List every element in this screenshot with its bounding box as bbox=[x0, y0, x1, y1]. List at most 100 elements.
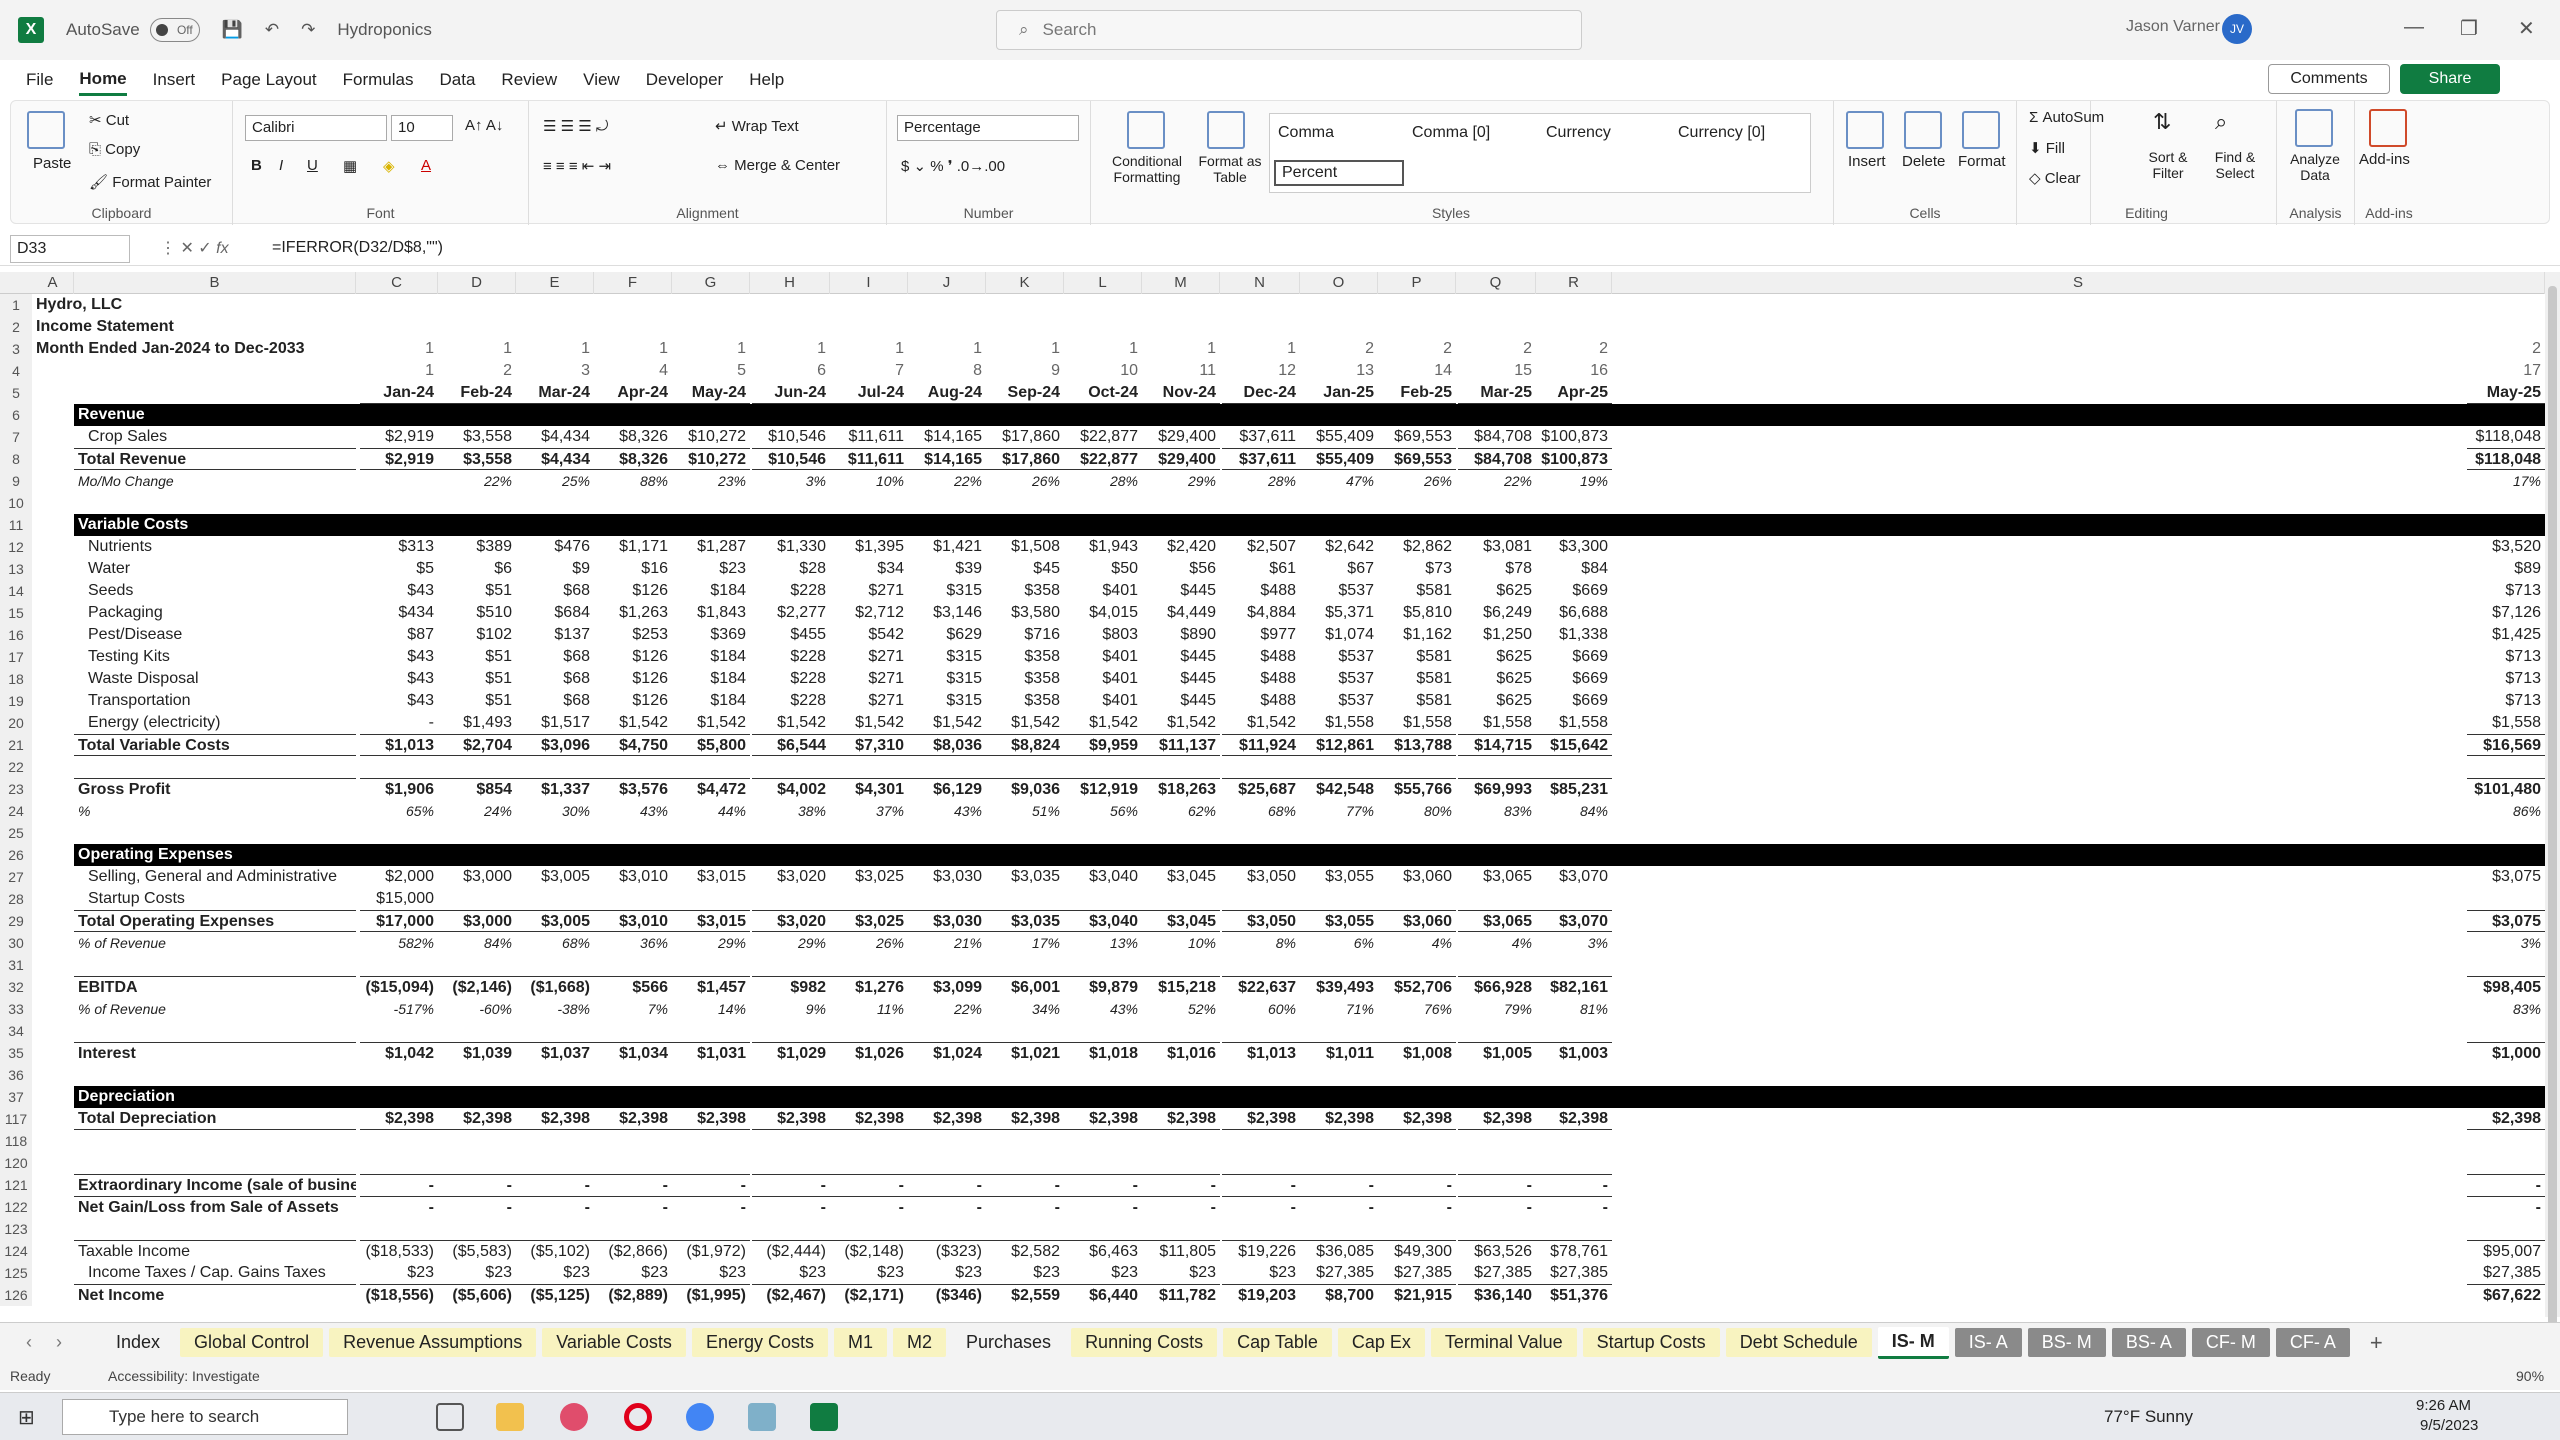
value-cell[interactable]: $37,611 bbox=[1222, 448, 1300, 470]
row-number[interactable]: 27 bbox=[0, 866, 32, 888]
value-cell[interactable]: $29,400 bbox=[1142, 426, 1220, 448]
value-cell[interactable]: $1,029 bbox=[752, 1042, 830, 1064]
opera-icon[interactable] bbox=[624, 1403, 652, 1431]
value-cell[interactable]: $3,070 bbox=[1534, 910, 1612, 932]
value-cell[interactable]: $98,405 bbox=[2467, 976, 2545, 998]
value-cell[interactable]: 22% bbox=[908, 998, 986, 1020]
value-cell[interactable]: $2,420 bbox=[1142, 536, 1220, 558]
value-cell[interactable]: $22,877 bbox=[1064, 426, 1142, 448]
value-cell[interactable]: $39 bbox=[908, 558, 986, 580]
value-cell[interactable]: $23 bbox=[1142, 1262, 1220, 1284]
value-cell[interactable]: $23 bbox=[1064, 1262, 1142, 1284]
value-cell[interactable]: - bbox=[1222, 1174, 1300, 1196]
format-cells-icon[interactable] bbox=[1962, 111, 2000, 149]
value-cell[interactable]: $228 bbox=[752, 580, 830, 602]
value-cell[interactable]: $51 bbox=[438, 580, 516, 602]
value-cell[interactable]: $1,425 bbox=[2467, 624, 2545, 646]
value-cell[interactable]: $713 bbox=[2467, 690, 2545, 712]
name-box[interactable]: D33 bbox=[10, 235, 130, 263]
value-cell[interactable]: ($2,444) bbox=[752, 1240, 830, 1262]
sheet-tab-is-a[interactable]: IS- A bbox=[1954, 1328, 2022, 1357]
value-cell[interactable]: $3,050 bbox=[1222, 910, 1300, 932]
font-size-select[interactable]: 10 bbox=[391, 115, 453, 141]
column-header-q[interactable]: Q bbox=[1456, 272, 1536, 294]
value-cell[interactable] bbox=[752, 888, 830, 910]
value-cell[interactable]: $3,146 bbox=[908, 602, 986, 624]
excel-taskbar-icon[interactable] bbox=[810, 1403, 838, 1431]
value-cell[interactable]: $37,611 bbox=[1222, 426, 1300, 448]
value-cell[interactable]: 24% bbox=[438, 800, 516, 822]
value-cell[interactable]: $6,129 bbox=[908, 778, 986, 800]
value-cell[interactable]: - bbox=[1064, 1174, 1142, 1196]
value-cell[interactable]: $3,020 bbox=[752, 866, 830, 888]
value-cell[interactable]: $1,943 bbox=[1064, 536, 1142, 558]
formula-input[interactable]: =IFERROR(D32/D$8,"") bbox=[272, 239, 443, 257]
value-cell[interactable]: $445 bbox=[1142, 690, 1220, 712]
value-cell[interactable]: $3,030 bbox=[908, 866, 986, 888]
value-cell[interactable]: $3,045 bbox=[1142, 866, 1220, 888]
column-header-s[interactable]: S bbox=[1612, 272, 2545, 294]
value-cell[interactable]: $401 bbox=[1064, 646, 1142, 668]
value-cell[interactable]: ($346) bbox=[908, 1284, 986, 1306]
windows-start-icon[interactable]: ⊞ bbox=[18, 1405, 35, 1430]
sheet-tab-bs-m[interactable]: BS- M bbox=[2027, 1328, 2106, 1357]
value-cell[interactable]: $488 bbox=[1222, 668, 1300, 690]
value-cell[interactable]: $3,075 bbox=[2467, 866, 2545, 888]
value-cell[interactable]: $313 bbox=[360, 536, 438, 558]
value-cell[interactable]: $1,508 bbox=[986, 536, 1064, 558]
value-cell[interactable]: $23 bbox=[516, 1262, 594, 1284]
value-cell[interactable]: $78 bbox=[1458, 558, 1536, 580]
value-cell[interactable]: $5,800 bbox=[672, 734, 750, 756]
wrap-text-button[interactable]: ↵ Wrap Text bbox=[715, 117, 799, 135]
value-cell[interactable]: $39,493 bbox=[1300, 976, 1378, 998]
value-cell[interactable]: ($18,533) bbox=[360, 1240, 438, 1262]
value-cell[interactable]: $2,398 bbox=[438, 1108, 516, 1130]
vertical-scrollbar[interactable] bbox=[2545, 272, 2560, 1346]
value-cell[interactable]: $11,924 bbox=[1222, 734, 1300, 756]
menu-tab-file[interactable]: File bbox=[26, 66, 53, 94]
value-cell[interactable]: $10,546 bbox=[752, 448, 830, 470]
sheet-tab-revenue-assumptions[interactable]: Revenue Assumptions bbox=[329, 1328, 537, 1357]
value-cell[interactable]: ($2,146) bbox=[438, 976, 516, 998]
font-name-select[interactable]: Calibri bbox=[245, 115, 387, 141]
sheet-tab-terminal-value[interactable]: Terminal Value bbox=[1430, 1328, 1577, 1357]
value-cell[interactable]: $3,005 bbox=[516, 910, 594, 932]
value-cell[interactable]: $977 bbox=[1222, 624, 1300, 646]
value-cell[interactable]: $85,231 bbox=[1534, 778, 1612, 800]
value-cell[interactable]: $2,277 bbox=[752, 602, 830, 624]
value-cell[interactable]: $271 bbox=[830, 580, 908, 602]
column-header-f[interactable]: F bbox=[594, 272, 672, 294]
value-cell[interactable]: 38% bbox=[752, 800, 830, 822]
sheet-tab-global-control[interactable]: Global Control bbox=[180, 1328, 324, 1357]
value-cell[interactable]: $6,440 bbox=[1064, 1284, 1142, 1306]
value-cell[interactable]: $78,761 bbox=[1534, 1240, 1612, 1262]
value-cell[interactable]: 84% bbox=[1534, 800, 1612, 822]
value-cell[interactable]: $684 bbox=[516, 602, 594, 624]
row-number[interactable]: 12 bbox=[0, 536, 32, 558]
value-cell[interactable]: 37% bbox=[830, 800, 908, 822]
value-cell[interactable] bbox=[438, 888, 516, 910]
value-cell[interactable]: $2,398 bbox=[1300, 1108, 1378, 1130]
value-cell[interactable]: $581 bbox=[1378, 580, 1456, 602]
value-cell[interactable]: -517% bbox=[360, 998, 438, 1020]
value-cell[interactable]: $434 bbox=[360, 602, 438, 624]
value-cell[interactable]: $1,013 bbox=[1222, 1042, 1300, 1064]
value-cell[interactable]: ($2,171) bbox=[830, 1284, 908, 1306]
row-number[interactable]: 9 bbox=[0, 470, 32, 492]
value-cell[interactable]: ($5,125) bbox=[516, 1284, 594, 1306]
menu-tab-home[interactable]: Home bbox=[79, 65, 127, 96]
value-cell[interactable]: $1,558 bbox=[2467, 712, 2545, 734]
cut-button[interactable]: ✂ Cut bbox=[89, 111, 129, 129]
value-cell[interactable]: $69,553 bbox=[1378, 448, 1456, 470]
value-cell[interactable]: $1,016 bbox=[1142, 1042, 1220, 1064]
addins-icon[interactable] bbox=[2369, 109, 2407, 147]
value-cell[interactable]: $3,060 bbox=[1378, 910, 1456, 932]
autosave-toggle[interactable]: Off bbox=[149, 18, 200, 42]
row-number[interactable]: 14 bbox=[0, 580, 32, 602]
addins-button[interactable]: Add-ins bbox=[2359, 151, 2410, 168]
value-cell[interactable]: - bbox=[752, 1196, 830, 1218]
value-cell[interactable]: $713 bbox=[2467, 668, 2545, 690]
value-cell[interactable]: $1,421 bbox=[908, 536, 986, 558]
row-number[interactable]: 37 bbox=[0, 1086, 32, 1108]
format-painter-button[interactable]: 🖌 Format Painter bbox=[89, 173, 211, 191]
